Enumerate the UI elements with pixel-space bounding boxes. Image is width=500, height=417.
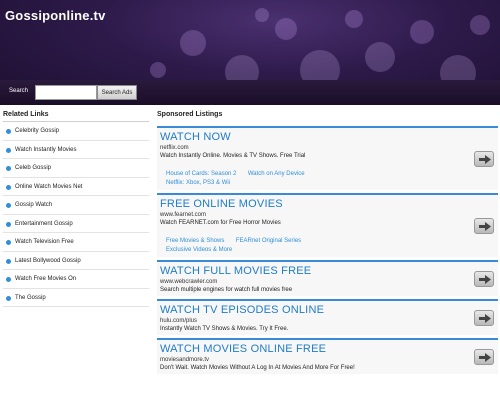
related-link-label: Celeb Gossip xyxy=(15,165,52,171)
bullet-icon xyxy=(6,295,11,301)
related-links-title: Related Links xyxy=(3,111,149,122)
bokeh-decoration xyxy=(345,10,363,28)
listing-url: hulu.com/plus xyxy=(160,318,198,324)
related-link-label: Watch Television Free xyxy=(15,239,74,245)
bullet-icon xyxy=(6,129,11,134)
related-link[interactable]: Watch Instantly Movies xyxy=(3,142,149,159)
bullet-icon xyxy=(6,147,11,153)
listing: WATCH NOW netflix.com Watch Instantly On… xyxy=(157,126,498,190)
listing-sublink[interactable]: Watch on Any Device xyxy=(248,171,305,177)
arrow-right-icon[interactable] xyxy=(474,310,494,326)
related-link[interactable]: Celebrity Gossip xyxy=(3,123,149,141)
listing-sublink[interactable]: Exclusive Videos & More xyxy=(166,247,465,253)
bokeh-decoration xyxy=(470,15,490,35)
listing-sublink[interactable]: FEARnet Original Series xyxy=(236,238,301,244)
search-input[interactable] xyxy=(35,85,97,100)
bokeh-decoration xyxy=(150,62,166,78)
related-link-label: Latest Bollywood Gossip xyxy=(15,257,81,264)
listing-description: Don't Wait. Watch Movies Without A Log I… xyxy=(160,365,355,371)
listing: FREE ONLINE MOVIES www.fearnet.com Watch… xyxy=(157,193,498,257)
site-title[interactable]: Gossiponline.tv xyxy=(5,8,106,23)
listing-title-link[interactable]: FREE ONLINE MOVIES xyxy=(160,197,472,211)
arrow-right-icon[interactable] xyxy=(474,218,494,234)
listing-description: Watch FEARNET.com for Free Horror Movies xyxy=(160,220,281,226)
listing-sublink[interactable]: Free Movies & Shows xyxy=(166,238,224,244)
related-link[interactable]: Gossip Watch xyxy=(3,197,149,215)
bullet-icon xyxy=(6,258,11,264)
related-link-label: Celebrity Gossip xyxy=(15,128,60,134)
related-link[interactable]: Watch Free Movies On xyxy=(3,271,149,289)
listing: WATCH MOVIES ONLINE FREE moviesandmore.t… xyxy=(157,338,498,374)
arrow-right-icon[interactable] xyxy=(474,271,494,287)
bullet-icon xyxy=(6,221,11,227)
related-link-label: Watch Instantly Movies xyxy=(15,146,77,153)
listing-title-link[interactable]: WATCH MOVIES ONLINE FREE xyxy=(160,342,472,356)
related-link[interactable]: The Gossip xyxy=(3,290,149,307)
bokeh-decoration xyxy=(275,18,297,40)
header-banner: Gossiponline.tv Search Search Ads xyxy=(0,0,500,105)
listing-title-link[interactable]: WATCH FULL MOVIES FREE xyxy=(160,264,472,278)
related-link-label: Gossip Watch xyxy=(15,202,53,208)
listing-url: www.fearnet.com xyxy=(160,212,207,218)
bullet-icon xyxy=(6,203,11,208)
listing-url: www.webcrawler.com xyxy=(160,279,218,285)
listing: WATCH FULL MOVIES FREE www.webcrawler.co… xyxy=(157,260,498,296)
bokeh-decoration xyxy=(180,30,206,56)
listing-sublink[interactable]: House of Cards: Season 2 xyxy=(166,171,236,177)
related-link-label: Entertainment Gossip xyxy=(15,220,73,227)
related-link[interactable]: Entertainment Gossip xyxy=(3,216,149,233)
arrow-right-icon[interactable] xyxy=(474,151,494,167)
listing-url: moviesandmore.tv xyxy=(160,357,210,363)
related-links-sidebar: Related Links Celebrity Gossip Watch Ins… xyxy=(3,111,149,307)
bokeh-decoration xyxy=(410,20,434,44)
bullet-icon xyxy=(6,184,11,190)
related-link-label: Watch Free Movies On xyxy=(15,276,77,282)
sponsored-listings: Sponsored Listings WATCH NOW netflix.com… xyxy=(157,111,498,377)
listing-title-link[interactable]: WATCH TV EPISODES ONLINE xyxy=(160,303,472,317)
listing-description: Watch Instantly Online. Movies & TV Show… xyxy=(160,153,306,159)
listing-url: netflix.com xyxy=(160,145,189,151)
search-ads-button[interactable]: Search Ads xyxy=(97,85,137,100)
listing-description: Instantly Watch TV Shows & Movies. Try I… xyxy=(160,326,289,332)
bullet-icon xyxy=(6,166,11,171)
arrow-right-icon[interactable] xyxy=(474,349,494,365)
search-bar: Search Search Ads xyxy=(0,80,500,105)
bokeh-decoration xyxy=(365,42,395,72)
bokeh-decoration xyxy=(255,8,269,22)
listing-title-link[interactable]: WATCH NOW xyxy=(160,130,472,144)
search-label: Search xyxy=(9,88,29,94)
listing: WATCH TV EPISODES ONLINE hulu.com/plus I… xyxy=(157,299,498,335)
related-link[interactable]: Latest Bollywood Gossip xyxy=(3,253,149,270)
bullet-icon xyxy=(6,277,11,282)
related-link-label: Online Watch Movies Net xyxy=(15,183,83,190)
related-link[interactable]: Online Watch Movies Net xyxy=(3,179,149,196)
listing-sublinks: Free Movies & Shows FEARnet Original Ser… xyxy=(166,229,472,253)
related-link[interactable]: Celeb Gossip xyxy=(3,160,149,178)
related-link-label: The Gossip xyxy=(15,294,46,301)
sponsored-listings-title: Sponsored Listings xyxy=(157,111,223,118)
listing-sublinks: House of Cards: Season 2 Watch on Any De… xyxy=(166,162,472,186)
bullet-icon xyxy=(6,240,11,245)
related-link[interactable]: Watch Television Free xyxy=(3,234,149,252)
listing-description: Search multiple engines for watch full m… xyxy=(160,287,293,293)
listing-sublink[interactable]: Netflix: Xbox, PS3 & Wii xyxy=(166,180,465,186)
